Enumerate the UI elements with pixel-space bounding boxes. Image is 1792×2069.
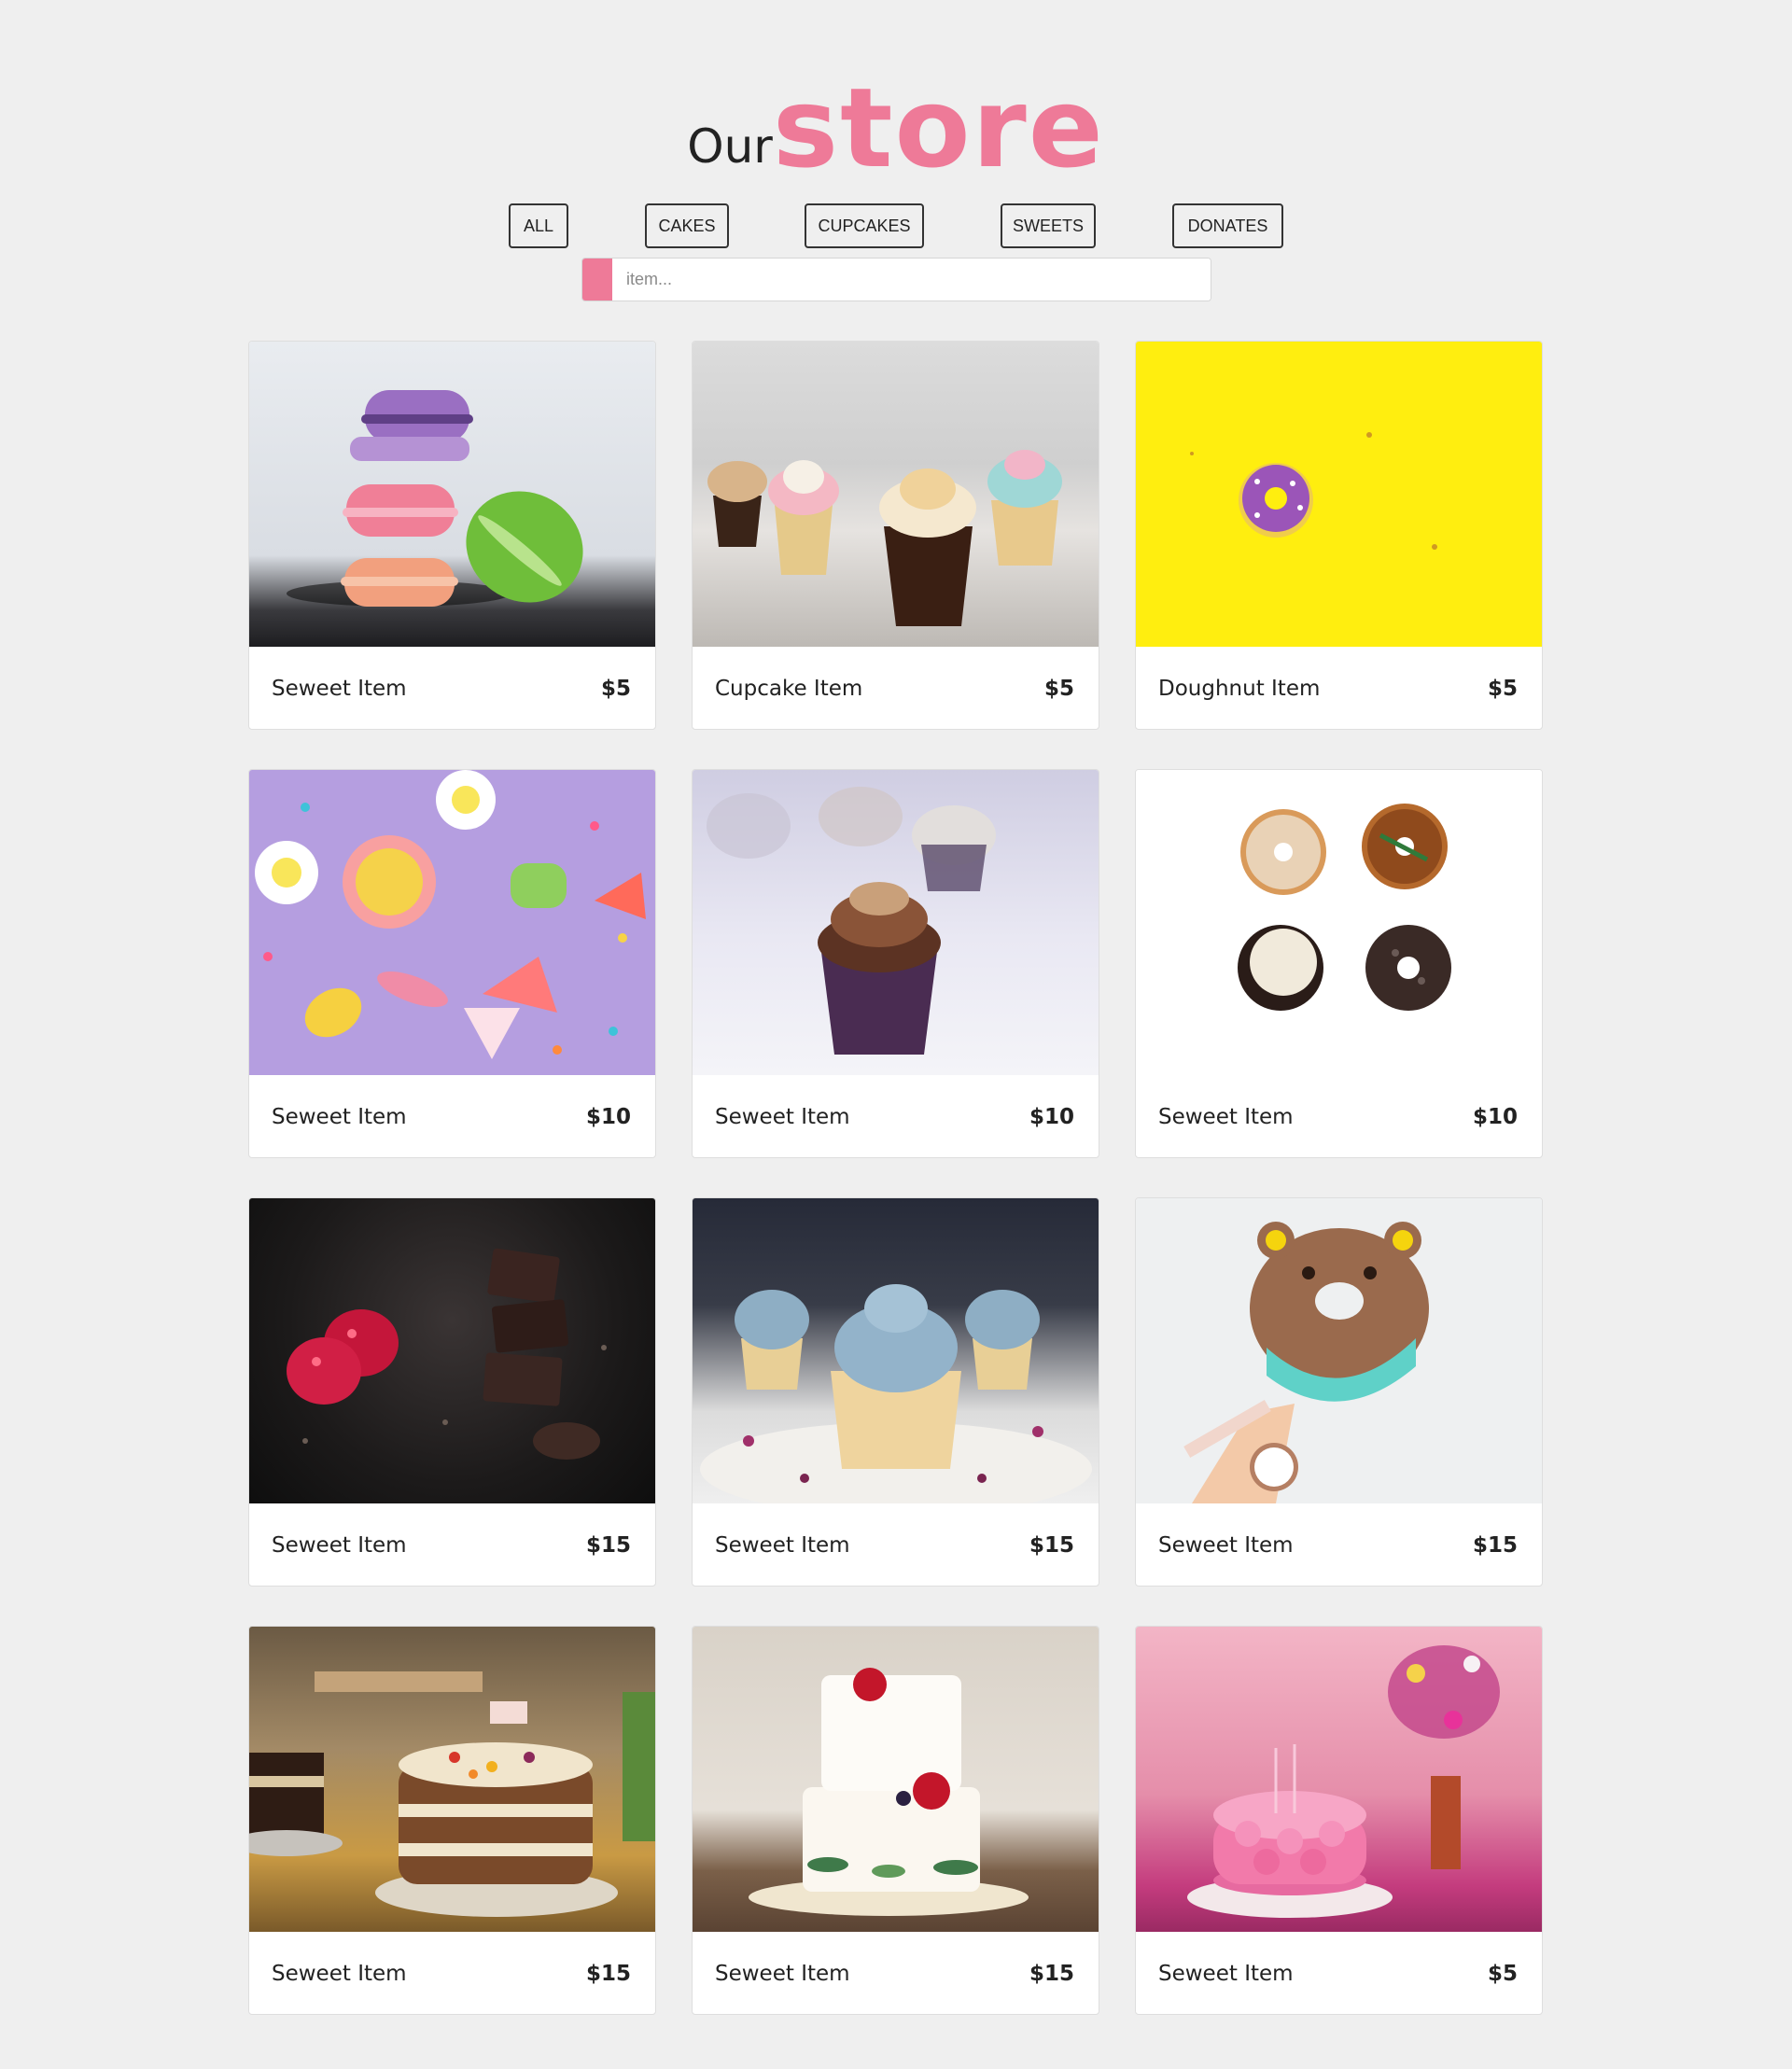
item-name: Seweet Item (1158, 1105, 1294, 1129)
page-title: Our store (0, 56, 1792, 187)
item-name: Cupcake Item (715, 677, 863, 701)
item-price: $10 (1029, 1105, 1074, 1129)
candies-image (249, 770, 655, 1075)
filter-bar: ALL CAKES CUPCAKES SWEETS DONATES (0, 203, 1792, 248)
product-card[interactable]: Doughnut Item $5 (1135, 341, 1543, 730)
bakery-cakes-image (249, 1627, 655, 1932)
product-card[interactable]: Seweet Item $10 (1135, 769, 1543, 1158)
product-card[interactable]: Cupcake Item $5 (692, 341, 1099, 730)
card-body: Seweet Item $5 (1136, 1932, 1542, 2014)
item-price: $15 (1029, 1533, 1074, 1558)
item-price: $15 (1472, 1533, 1518, 1558)
card-body: Seweet Item $15 (249, 1503, 655, 1586)
item-name: Seweet Item (715, 1533, 850, 1558)
chocolate-cupcake-image (693, 770, 1099, 1075)
card-body: Seweet Item $10 (693, 1075, 1099, 1157)
card-body: Seweet Item $15 (693, 1503, 1099, 1586)
filter-sweets-button[interactable]: SWEETS (1001, 203, 1096, 248)
product-card[interactable]: Seweet Item $15 (1135, 1197, 1543, 1587)
item-name: Seweet Item (715, 1962, 850, 1986)
card-body: Seweet Item $15 (249, 1932, 655, 2014)
product-card[interactable]: Seweet Item $5 (1135, 1626, 1543, 2015)
product-card[interactable]: Seweet Item $15 (248, 1626, 656, 2015)
cupcakes-image (693, 342, 1099, 647)
doughnut-on-yellow-image (1136, 342, 1542, 647)
item-price: $15 (585, 1533, 631, 1558)
card-body: Doughnut Item $5 (1136, 647, 1542, 729)
bear-doughnut-image (1136, 1198, 1542, 1503)
item-name: Seweet Item (715, 1105, 850, 1129)
title-prefix: Our (687, 119, 773, 174)
item-price: $5 (600, 677, 631, 701)
item-name: Seweet Item (1158, 1533, 1294, 1558)
item-price: $5 (1043, 677, 1074, 701)
filter-all-button[interactable]: ALL (509, 203, 568, 248)
filter-cakes-button[interactable]: CAKES (645, 203, 729, 248)
card-body: Seweet Item $10 (1136, 1075, 1542, 1157)
filter-donates-button[interactable]: DONATES (1172, 203, 1283, 248)
chocolate-raspberries-image (249, 1198, 655, 1503)
product-card[interactable]: Seweet Item $15 (692, 1197, 1099, 1587)
product-card[interactable]: Seweet Item $10 (248, 769, 656, 1158)
product-grid: Seweet Item $5 Cupcake Item $5 Doughnut … (248, 341, 1546, 2015)
card-body: Seweet Item $10 (249, 1075, 655, 1157)
card-body: Cupcake Item $5 (693, 647, 1099, 729)
item-price: $15 (1029, 1962, 1074, 1986)
item-price: $10 (1472, 1105, 1518, 1129)
item-price: $5 (1487, 1962, 1518, 1986)
product-card[interactable]: Seweet Item $15 (692, 1626, 1099, 2015)
title-main: store (772, 63, 1105, 192)
search-input[interactable] (612, 259, 1211, 301)
item-name: Seweet Item (272, 1105, 407, 1129)
card-body: Seweet Item $5 (249, 647, 655, 729)
item-price: $5 (1487, 677, 1518, 701)
product-card[interactable]: Seweet Item $5 (248, 341, 656, 730)
blue-cupcakes-image (693, 1198, 1099, 1503)
product-card[interactable]: Seweet Item $10 (692, 769, 1099, 1158)
item-name: Doughnut Item (1158, 677, 1321, 701)
wedding-cake-image (693, 1627, 1099, 1932)
search-icon[interactable] (582, 259, 612, 301)
macarons-image (249, 342, 655, 647)
item-name: Seweet Item (1158, 1962, 1294, 1986)
item-price: $15 (585, 1962, 631, 1986)
card-body: Seweet Item $15 (693, 1932, 1099, 2014)
item-name: Seweet Item (272, 1962, 407, 1986)
pink-cake-image (1136, 1627, 1542, 1932)
card-body: Seweet Item $15 (1136, 1503, 1542, 1586)
four-doughnuts-image (1136, 770, 1542, 1075)
item-name: Seweet Item (272, 677, 407, 701)
product-card[interactable]: Seweet Item $15 (248, 1197, 656, 1587)
item-price: $10 (585, 1105, 631, 1129)
search-bar (581, 258, 1211, 301)
filter-cupcakes-button[interactable]: CUPCAKES (805, 203, 924, 248)
item-name: Seweet Item (272, 1533, 407, 1558)
